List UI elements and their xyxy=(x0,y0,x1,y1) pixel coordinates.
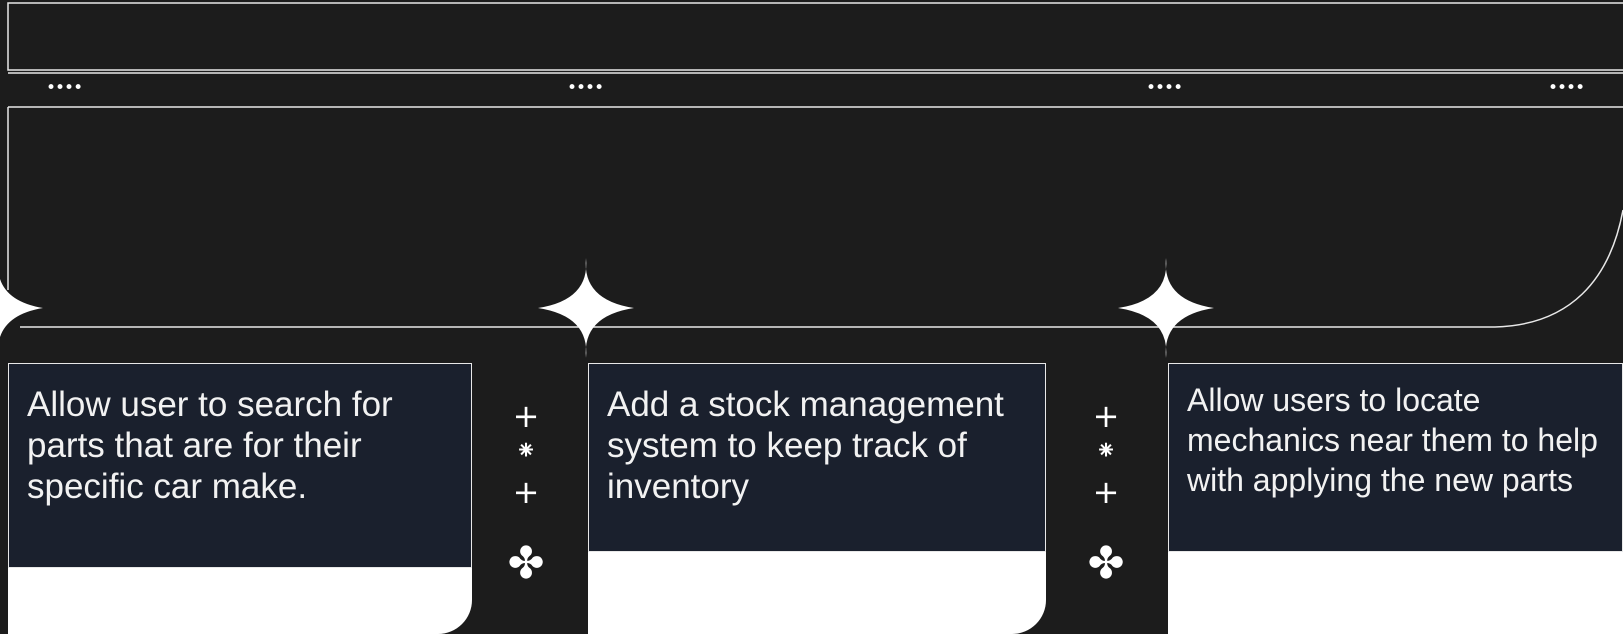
feature-card: Allow user to search for parts that are … xyxy=(8,363,472,634)
ellipsis-dots-icon: •••• xyxy=(567,78,604,98)
feature-card: Allow users to locate mechanics near the… xyxy=(1168,363,1623,634)
ornament-column: + ⁕ + ✤ xyxy=(1076,400,1136,586)
feature-card-panel: Allow users to locate mechanics near the… xyxy=(1168,363,1623,552)
feature-card-panel: Allow user to search for parts that are … xyxy=(8,363,472,568)
asterisk-icon: ⁕ xyxy=(515,436,537,466)
flower-icon: ✤ xyxy=(1087,538,1125,589)
feature-card-text: Add a stock management system to keep tr… xyxy=(607,385,1004,506)
plus-icon: + xyxy=(1092,473,1120,511)
feature-card-text: Allow user to search for parts that are … xyxy=(27,385,393,506)
ellipsis-dots-icon: •••• xyxy=(1548,78,1585,98)
feature-card-text: Allow users to locate mechanics near the… xyxy=(1187,382,1598,498)
plus-icon: + xyxy=(1092,397,1120,435)
feature-card: Add a stock management system to keep tr… xyxy=(588,363,1046,634)
sparkle-icon xyxy=(1118,258,1214,358)
sparkle-icon xyxy=(538,258,634,358)
ellipsis-dots-icon: •••• xyxy=(1146,78,1183,98)
plus-icon: + xyxy=(512,397,540,435)
top-frame xyxy=(7,2,1623,71)
asterisk-icon: ⁕ xyxy=(1095,436,1117,466)
feature-card-panel: Add a stock management system to keep tr… xyxy=(588,363,1046,552)
sparkle-icon xyxy=(0,278,43,338)
ornament-column: + ⁕ + ✤ xyxy=(496,400,556,586)
rounded-panel-edge xyxy=(7,107,1623,328)
plus-icon: + xyxy=(512,473,540,511)
ellipsis-dots-icon: •••• xyxy=(46,78,83,98)
flower-icon: ✤ xyxy=(507,538,545,589)
